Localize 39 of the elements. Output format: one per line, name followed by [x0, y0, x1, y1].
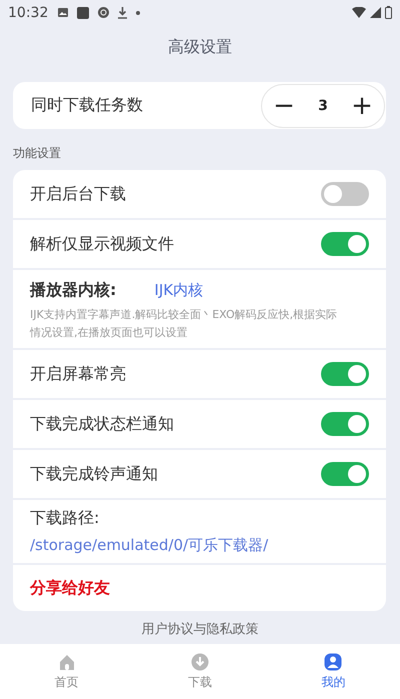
status-time: 10:32 [8, 4, 48, 21]
toggle-switch[interactable] [321, 462, 369, 486]
section-title: 功能设置 [12, 145, 62, 162]
stepper-control[interactable]: − 3 + [261, 84, 385, 128]
nav-tab[interactable]: 下载 [133, 644, 267, 699]
setting-label: 同时下载任务数 [31, 95, 143, 116]
wifi-icon [352, 7, 366, 18]
badge-icon [98, 7, 110, 18]
download-icon [190, 652, 209, 671]
signal-icon [370, 7, 381, 18]
setting-description: IJK支持内置字幕声道.解码比较全面丶EXO解码反应快,根据实际情况设置,在播放页面也可以设置 [30, 307, 338, 342]
toggle-switch[interactable] [321, 232, 369, 256]
setting-label: 播放器内核: [30, 280, 116, 302]
toggle-switch[interactable] [321, 362, 369, 386]
setting-label: 下载路径: [30, 508, 100, 530]
page-title: 高级设置 [167, 36, 233, 58]
setting-label: 解析仅显示视频文件 [30, 234, 174, 255]
minus-button[interactable]: − [266, 92, 302, 119]
download-icon [118, 6, 128, 19]
square-icon [77, 6, 90, 19]
setting-label: 下载完成铃声通知 [30, 464, 158, 485]
nav-tab[interactable]: 我的 [266, 644, 400, 699]
toggle-switch[interactable] [321, 182, 369, 206]
nav-tab[interactable]: 首页 [0, 644, 134, 699]
setting-label: 开启后台下载 [30, 184, 126, 205]
setting-label: 开启屏幕常亮 [30, 364, 126, 385]
policy-link[interactable]: 用户协议与隐私政策 [0, 611, 400, 644]
count-value: 3 [318, 98, 328, 114]
image-icon [58, 8, 68, 18]
home-icon [58, 652, 76, 671]
toggle-switch[interactable] [321, 412, 369, 436]
share-link[interactable]: 分享给好友 [30, 578, 110, 599]
person-icon [324, 652, 342, 671]
dot-icon [136, 10, 140, 15]
option-link[interactable]: IJK内核 [154, 281, 204, 300]
setting-label: 下载完成状态栏通知 [30, 414, 174, 435]
plus-button[interactable]: + [344, 92, 380, 119]
battery-icon [385, 6, 392, 20]
path-link[interactable]: /storage/emulated/0/可乐下载器/ [30, 536, 369, 556]
